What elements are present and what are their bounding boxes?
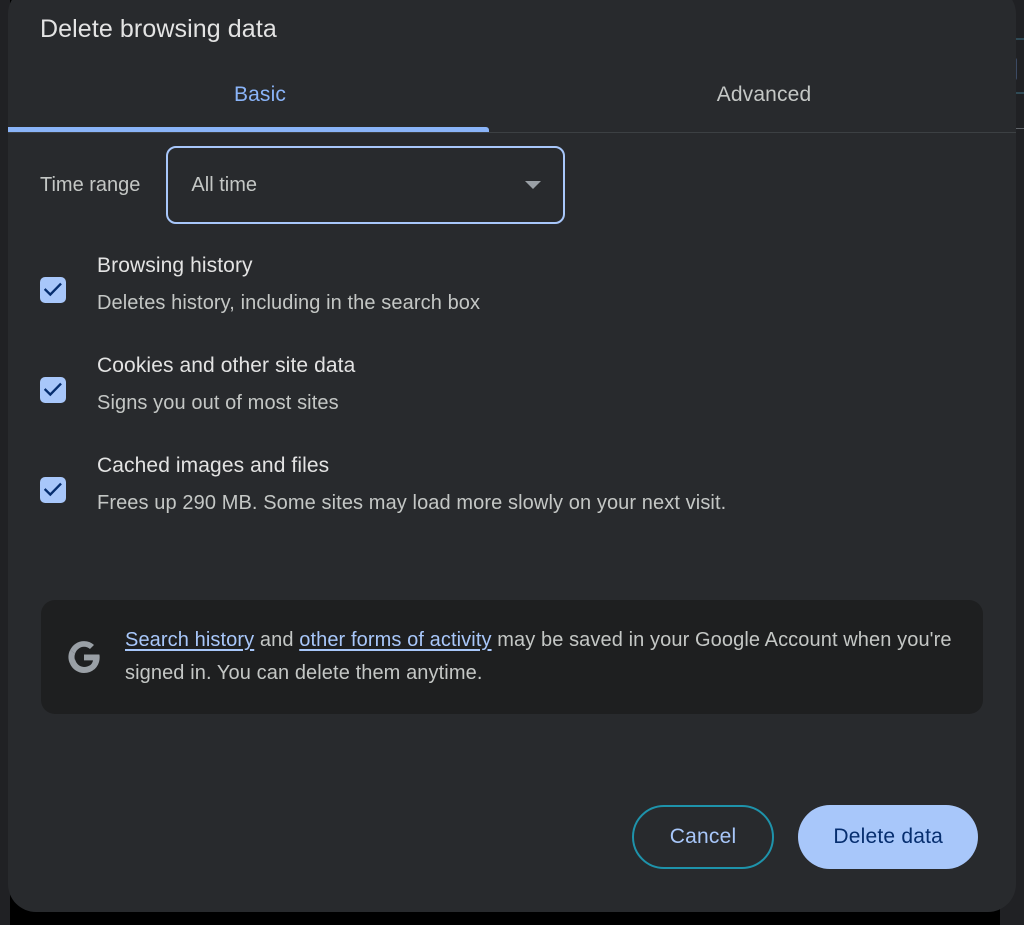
tab-advanced[interactable]: Advanced xyxy=(512,58,1016,132)
check-icon xyxy=(44,482,62,498)
option-description: Deletes history, including in the search… xyxy=(97,290,480,316)
check-icon xyxy=(44,282,62,298)
tab-basic-label: Basic xyxy=(234,82,286,108)
dialog-actions: Cancel Delete data xyxy=(632,805,978,869)
time-range-label: Time range xyxy=(40,172,140,198)
time-range-select[interactable]: All time xyxy=(166,146,565,224)
option-browsing-history[interactable]: Browsing history Deletes history, includ… xyxy=(8,252,1016,316)
checkbox-browsing-history[interactable] xyxy=(40,277,66,303)
option-text: Browsing history Deletes history, includ… xyxy=(97,252,480,316)
info-card-text: Search history and other forms of activi… xyxy=(125,624,957,690)
check-icon xyxy=(44,382,62,398)
option-text: Cached images and files Frees up 290 MB.… xyxy=(97,452,726,516)
tab-basic[interactable]: Basic xyxy=(8,58,512,132)
time-range-row: Time range All time xyxy=(40,146,565,224)
delete-data-button[interactable]: Delete data xyxy=(798,805,978,869)
checkbox-cached-images-and-files[interactable] xyxy=(40,477,66,503)
option-description: Signs you out of most sites xyxy=(97,390,355,416)
chevron-down-icon xyxy=(525,181,541,189)
other-forms-of-activity-link[interactable]: other forms of activity xyxy=(299,629,491,651)
tab-bar: Basic Advanced xyxy=(8,58,1016,133)
screen: Delete browsing data Basic Advanced Time… xyxy=(0,0,1024,925)
option-title: Cookies and other site data xyxy=(97,352,355,380)
option-title: Browsing history xyxy=(97,252,480,280)
search-history-link[interactable]: Search history xyxy=(125,629,254,651)
tab-advanced-label: Advanced xyxy=(717,82,812,108)
google-account-info-card: Search history and other forms of activi… xyxy=(41,600,983,714)
checkbox-cookies-and-site-data[interactable] xyxy=(40,377,66,403)
options-list: Browsing history Deletes history, includ… xyxy=(8,252,1016,552)
option-cached-images-and-files[interactable]: Cached images and files Frees up 290 MB.… xyxy=(8,452,1016,516)
option-title: Cached images and files xyxy=(97,452,726,480)
option-cookies-and-site-data[interactable]: Cookies and other site data Signs you ou… xyxy=(8,352,1016,416)
option-description: Frees up 290 MB. Some sites may load mor… xyxy=(97,490,726,516)
option-text: Cookies and other site data Signs you ou… xyxy=(97,352,355,416)
google-g-icon xyxy=(67,640,101,674)
time-range-selected-value: All time xyxy=(191,172,257,198)
tab-bar-divider xyxy=(8,132,1016,133)
info-text-part-1: and xyxy=(254,629,299,651)
cancel-button[interactable]: Cancel xyxy=(632,805,775,869)
delete-browsing-data-dialog: Delete browsing data Basic Advanced Time… xyxy=(8,0,1016,912)
page-title: Delete browsing data xyxy=(40,13,277,45)
